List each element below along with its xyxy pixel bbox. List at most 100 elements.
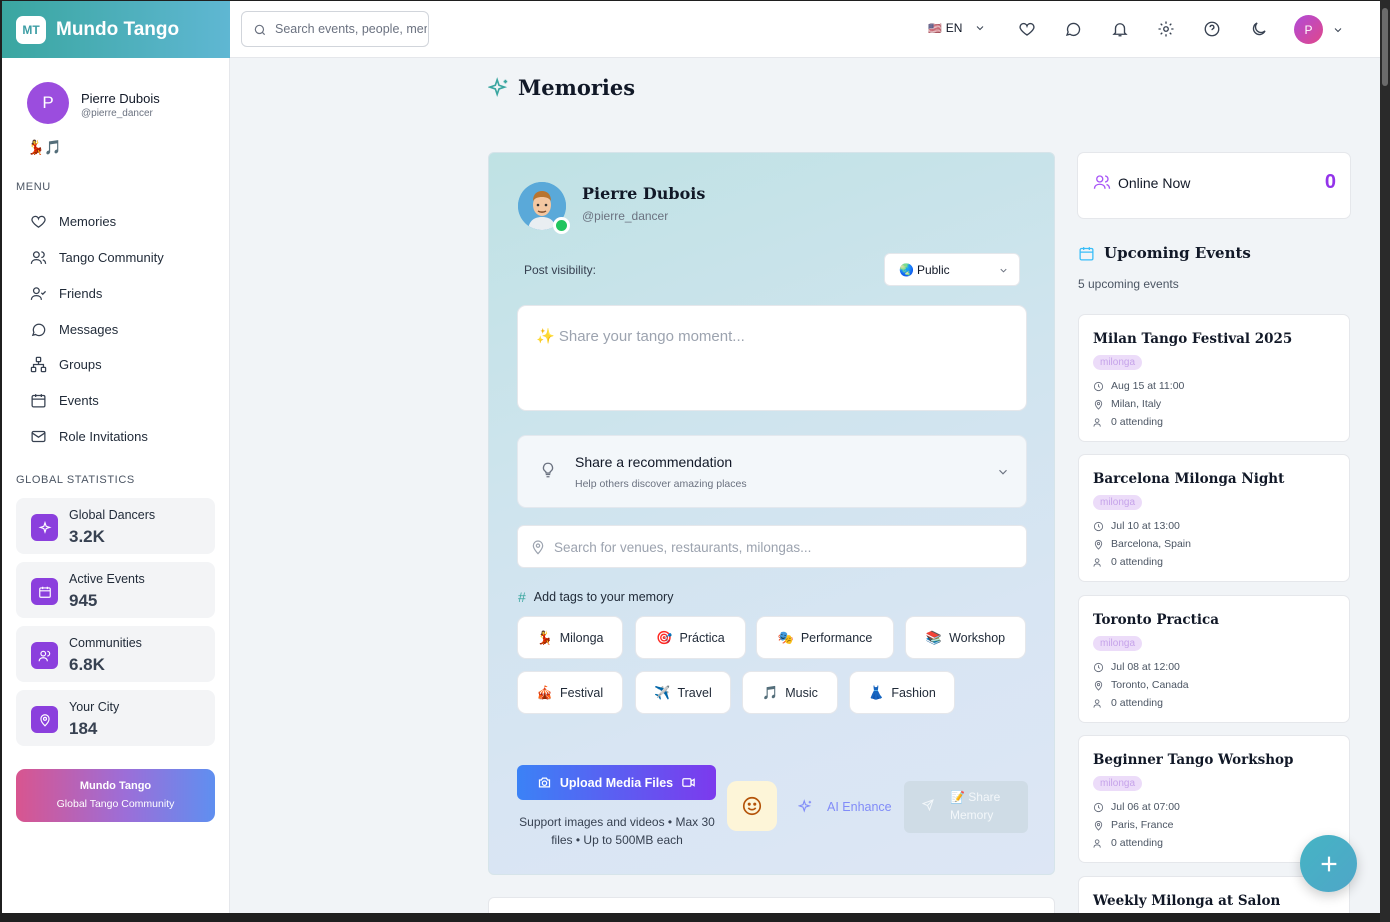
sidebar-item-label: Memories: [59, 213, 117, 229]
theme-toggle-button[interactable]: [1250, 20, 1268, 38]
sidebar-item-tango-community[interactable]: Tango Community: [30, 246, 164, 268]
share-label-line2: Memory: [950, 808, 994, 822]
event-location-text: Barcelona, Spain: [1111, 538, 1191, 550]
send-icon: [922, 799, 934, 811]
window-scrollbar[interactable]: [1380, 0, 1390, 922]
sidebar-item-messages[interactable]: Messages: [30, 318, 118, 340]
users-icon: [30, 250, 47, 264]
messages-button[interactable]: [1064, 20, 1082, 38]
stat-card-global-dancers: Global Dancers 3.2K: [16, 498, 215, 554]
sparkle-icon: [31, 514, 58, 541]
music-note-icon: 🎵: [762, 684, 779, 700]
event-card[interactable]: Barcelona Milonga Night milonga Jul 10 a…: [1078, 454, 1350, 582]
event-attending: 0 attending: [1093, 837, 1163, 849]
tag-button-fashion[interactable]: 👗 Fashion: [849, 671, 955, 714]
sidebar-item-groups[interactable]: Groups: [30, 353, 102, 375]
tag-button-festival[interactable]: 🎪 Festival: [517, 671, 623, 714]
map-pin-icon: [1094, 820, 1103, 831]
upload-label: Upload Media Files: [559, 775, 674, 790]
users-icon: [1093, 698, 1101, 708]
heart-icon: [1019, 22, 1035, 36]
event-card[interactable]: Milan Tango Festival 2025 milonga Aug 15…: [1078, 314, 1350, 442]
memory-composer: Pierre Dubois @pierre_dancer Post visibi…: [488, 152, 1055, 875]
tag-label: Music: [785, 685, 818, 700]
ai-enhance-button[interactable]: AI Enhance: [798, 799, 892, 814]
online-now-label: Online Now: [1118, 175, 1191, 191]
sidebar-item-memories[interactable]: Memories: [30, 210, 116, 232]
event-type-badge: milonga: [1093, 776, 1143, 791]
clock-icon: [1093, 802, 1104, 812]
sidebar-item-events[interactable]: Events: [30, 389, 99, 411]
event-card[interactable]: Toronto Practica milonga Jul 08 at 12:00…: [1078, 595, 1350, 723]
event-time: Aug 15 at 11:00: [1093, 380, 1184, 392]
tag-button-travel[interactable]: ✈️ Travel: [635, 671, 731, 714]
create-post-fab[interactable]: [1300, 835, 1357, 892]
share-recommendation-toggle[interactable]: Share a recommendation Help others disco…: [517, 435, 1027, 508]
flag-icon: 🇺🇸: [928, 22, 942, 35]
event-title: Beginner Tango Workshop: [1093, 752, 1294, 768]
search-box[interactable]: [241, 11, 429, 47]
dancer-icon: 💃: [536, 629, 553, 645]
event-time-text: Jul 08 at 12:00: [1111, 661, 1180, 673]
calendar-icon: [31, 578, 58, 605]
emoji-picker-button[interactable]: [727, 781, 777, 831]
network-icon: [30, 356, 47, 372]
settings-button[interactable]: [1157, 20, 1175, 38]
visibility-value: Public: [916, 262, 950, 277]
target-icon: 🎯: [656, 629, 673, 645]
online-now-card[interactable]: Online Now 0: [1077, 152, 1351, 219]
venue-search-input[interactable]: Search for venues, restaurants, milongas…: [517, 525, 1027, 568]
event-location: Barcelona, Spain: [1093, 538, 1191, 550]
tag-button-music[interactable]: 🎵 Music: [742, 671, 838, 714]
recommendation-subtitle: Help others discover amazing places: [575, 478, 747, 490]
share-memory-button[interactable]: 📝 Share Memory: [904, 781, 1028, 833]
profile-emojis: 💃🎵: [27, 139, 62, 155]
circus-tent-icon: 🎪: [536, 684, 554, 700]
brand-name: Mundo Tango: [56, 19, 180, 40]
event-location: Milan, Italy: [1093, 398, 1161, 410]
scrollbar-thumb[interactable]: [1382, 8, 1388, 86]
favorites-button[interactable]: [1018, 20, 1036, 38]
airplane-icon: ✈️: [654, 684, 671, 700]
calendar-icon: [31, 393, 46, 408]
event-time: Jul 06 at 07:00: [1093, 801, 1180, 813]
memory-text-placeholder: ✨ Share your tango moment...: [536, 328, 745, 345]
tag-button-practica[interactable]: 🎯 Práctica: [635, 616, 746, 659]
notifications-button[interactable]: [1111, 20, 1129, 38]
sidebar-item-friends[interactable]: Friends: [30, 282, 102, 304]
users-icon: [1093, 838, 1101, 848]
help-button[interactable]: [1203, 20, 1221, 38]
tag-button-workshop[interactable]: 📚 Workshop: [905, 616, 1026, 659]
sidebar-item-label: Tango Community: [59, 249, 164, 265]
calendar-icon: [1079, 246, 1094, 261]
stat-label: Communities: [69, 636, 142, 650]
memory-text-input[interactable]: ✨ Share your tango moment...: [517, 305, 1027, 411]
upload-media-button[interactable]: Upload Media Files: [517, 765, 716, 800]
tag-label: Fashion: [891, 685, 936, 700]
bell-icon: [1112, 23, 1128, 37]
search-input[interactable]: [275, 12, 427, 46]
users-icon: [31, 642, 58, 669]
sidebar-item-role-invitations[interactable]: Role Invitations: [30, 425, 148, 447]
profile-avatar[interactable]: P: [27, 82, 69, 124]
upload-note: Support images and videos • Max 30 files…: [519, 815, 715, 847]
profile-name: Pierre Dubois: [81, 91, 160, 106]
community-promo-banner[interactable]: Mundo Tango Global Tango Community: [16, 769, 215, 822]
search-icon: [254, 24, 266, 36]
video-icon: [682, 778, 695, 787]
tag-label: Performance: [800, 630, 873, 645]
chevron-down-icon[interactable]: [1332, 24, 1344, 36]
upcoming-events-count: 5 upcoming events: [1078, 277, 1179, 291]
tag-label: Travel: [677, 685, 712, 700]
tag-button-performance[interactable]: 🎭 Performance: [756, 616, 894, 659]
brand-header[interactable]: MT Mundo Tango: [2, 1, 230, 58]
chevron-down-icon: [1000, 268, 1007, 273]
clock-icon: [1093, 381, 1104, 391]
sparkles-icon: [798, 799, 812, 813]
chevron-down-icon: [977, 26, 984, 31]
heart-icon: [31, 215, 46, 228]
user-avatar[interactable]: P: [1294, 15, 1323, 44]
visibility-select[interactable]: 🌏 Public: [884, 253, 1020, 286]
tag-button-milonga[interactable]: 💃 Milonga: [517, 616, 623, 659]
language-selector[interactable]: 🇺🇸 EN: [928, 21, 986, 35]
